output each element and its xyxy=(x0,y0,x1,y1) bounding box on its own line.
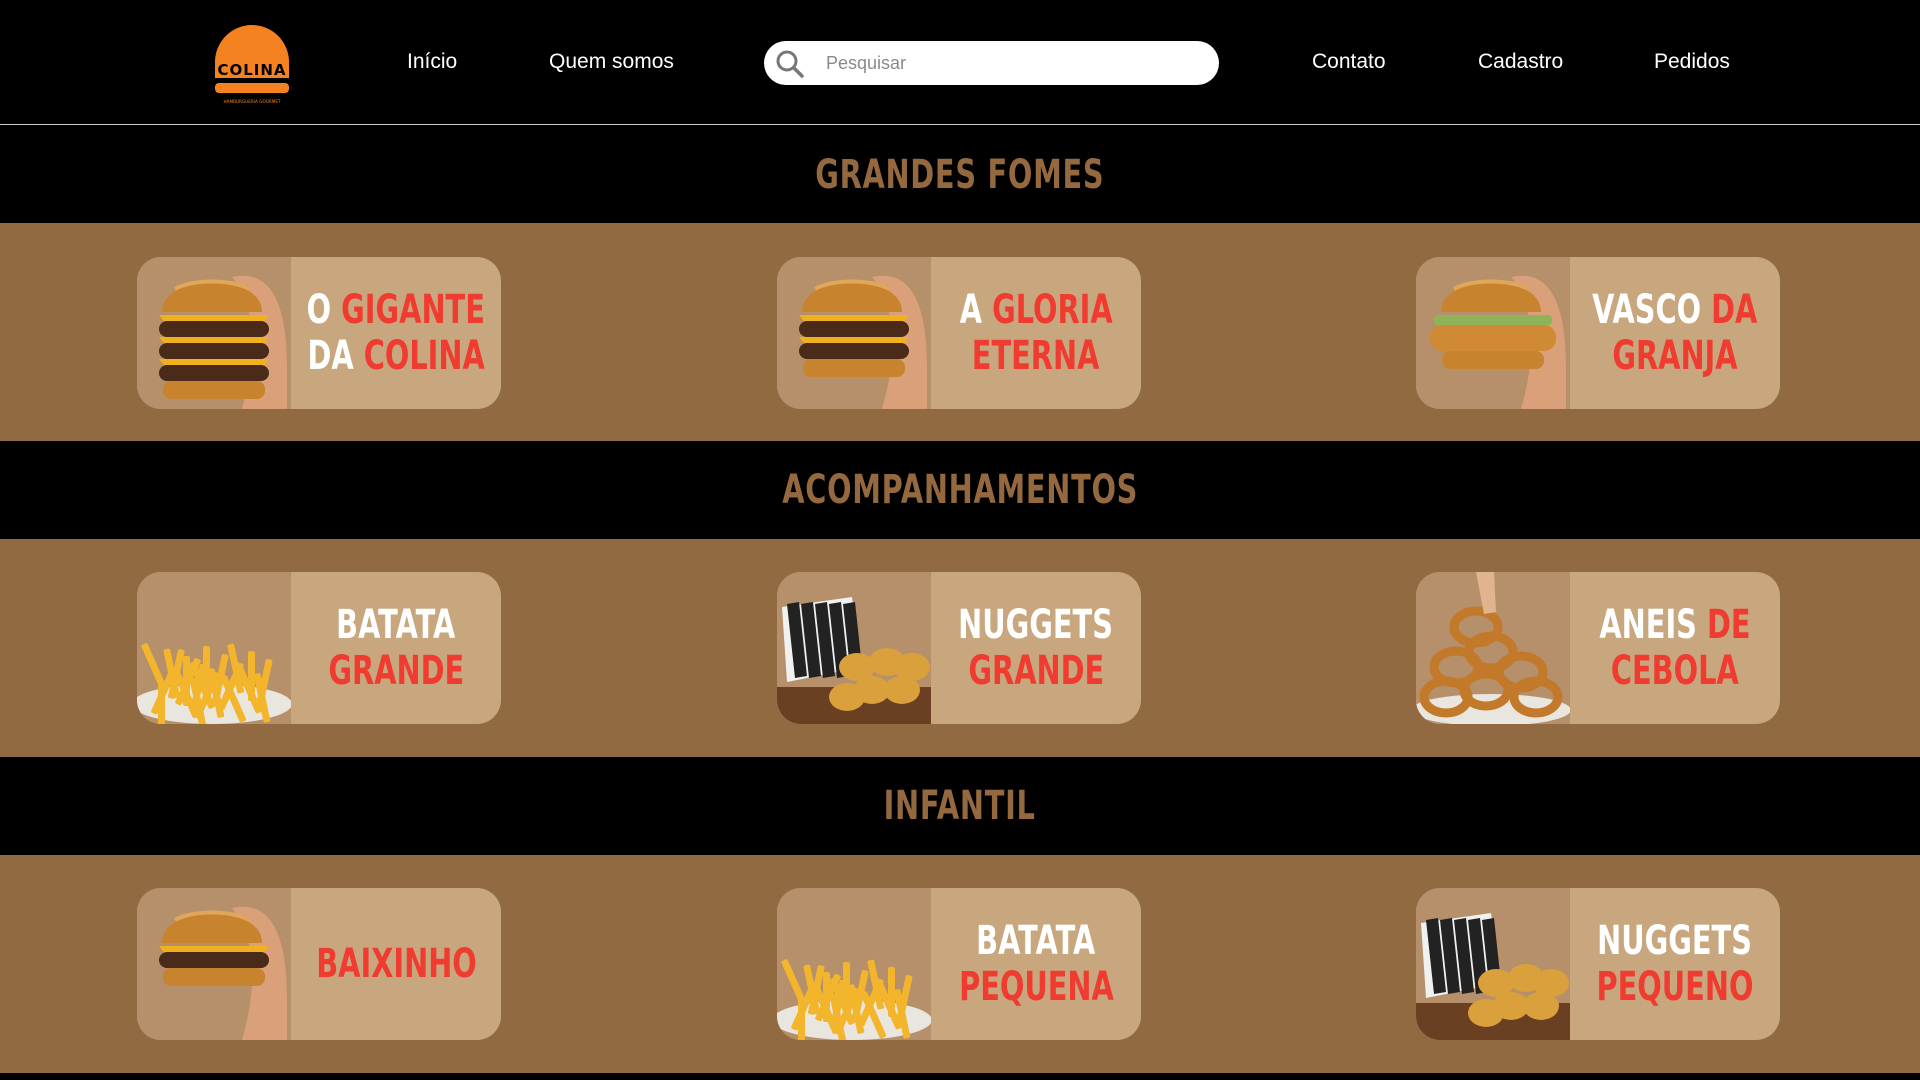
menu-card[interactable]: O GIGANTE DA COLINA xyxy=(137,257,501,409)
nav-contato[interactable]: Contato xyxy=(1312,50,1386,74)
food-image xyxy=(137,572,291,724)
food-image xyxy=(777,888,931,1040)
burger-logo-icon: COLINA HAMBURGUERIA GOURMET xyxy=(213,25,291,104)
item-name: O GIGANTE DA COLINA xyxy=(291,257,501,409)
menu-card[interactable]: VASCO DA GRANJA xyxy=(1416,257,1780,409)
item-name-white: ANEIS xyxy=(1599,602,1697,648)
section-header-acompanhamentos: ACOMPANHAMENTOS xyxy=(0,441,1920,539)
search-input[interactable] xyxy=(826,49,1196,77)
nav-quem-somos[interactable]: Quem somos xyxy=(549,50,674,74)
item-name-red: GIGANTE xyxy=(341,287,486,333)
item-name-line: NUGGETS xyxy=(959,602,1114,648)
logo[interactable]: COLINA HAMBURGUERIA GOURMET xyxy=(211,18,293,106)
item-name: NUGGETS PEQUENO xyxy=(1570,888,1780,1040)
item-name-white: BATATA xyxy=(976,918,1096,964)
section-title: INFANTIL xyxy=(883,783,1037,829)
item-name-red: PEQUENA xyxy=(958,964,1114,1010)
menu-card[interactable]: NUGGETS PEQUENO xyxy=(1416,888,1780,1040)
search-bar[interactable] xyxy=(764,41,1219,85)
item-name: BAIXINHO xyxy=(291,888,501,1040)
section-items-acompanhamentos: BATATA GRANDE NUGGETS GRANDE ANEIS DE CEBOL… xyxy=(0,539,1920,757)
section-header-infantil: INFANTIL xyxy=(0,757,1920,855)
item-name-red: DA xyxy=(1701,287,1758,333)
item-name: BATATA GRANDE xyxy=(291,572,501,724)
item-name-white: A xyxy=(959,287,992,333)
item-name-white: NUGGETS xyxy=(958,602,1114,648)
item-name-red: DE xyxy=(1696,602,1751,648)
section-title: ACOMPANHAMENTOS xyxy=(782,467,1138,513)
item-name-line: VASCO DA xyxy=(1592,287,1757,333)
top-navbar: COLINA HAMBURGUERIA GOURMET Início Quem … xyxy=(0,0,1920,125)
section-header-grandes-fomes: GRANDES FOMES xyxy=(0,126,1920,223)
menu-card[interactable]: A GLORIA ETERNA xyxy=(777,257,1141,409)
item-name-line: GRANJA xyxy=(1612,333,1737,379)
item-name-line: BAIXINHO xyxy=(316,941,477,987)
item-name-line: PEQUENA xyxy=(959,964,1114,1010)
item-name-line: PEQUENO xyxy=(1597,964,1754,1010)
menu-card[interactable]: ANEIS DE CEBOLA xyxy=(1416,572,1780,724)
item-name: A GLORIA ETERNA xyxy=(931,257,1141,409)
menu-card[interactable]: BATATA PEQUENA xyxy=(777,888,1141,1040)
item-name-red: CEBOLA xyxy=(1611,648,1739,694)
item-name-red: PEQUENO xyxy=(1596,964,1754,1010)
item-name-line: A GLORIA xyxy=(960,287,1113,333)
food-image xyxy=(137,888,291,1040)
item-name-line: BATATA xyxy=(336,602,455,648)
item-name-white: VASCO xyxy=(1592,287,1702,333)
item-name-white: DA xyxy=(307,333,364,379)
menu-card[interactable]: BAIXINHO xyxy=(137,888,501,1040)
item-name: VASCO DA GRANJA xyxy=(1570,257,1780,409)
section-items-infantil: BAIXINHO BATATA PEQUENA NUGGETS PEQUENO xyxy=(0,855,1920,1073)
food-image xyxy=(1416,257,1570,409)
item-name-line: BATATA xyxy=(976,918,1095,964)
item-name-white: NUGGETS xyxy=(1597,918,1753,964)
item-name-line: GRANDE xyxy=(328,648,464,694)
svg-text:COLINA: COLINA xyxy=(217,61,286,79)
item-name-red: COLINA xyxy=(363,333,485,379)
item-name: NUGGETS GRANDE xyxy=(931,572,1141,724)
menu-card[interactable]: NUGGETS GRANDE xyxy=(777,572,1141,724)
item-name-red: ETERNA xyxy=(972,333,1100,379)
nav-cadastro[interactable]: Cadastro xyxy=(1478,50,1563,74)
item-name-line: CEBOLA xyxy=(1611,648,1739,694)
item-name-line: ANEIS DE xyxy=(1599,602,1750,648)
item-name-red: GLORIA xyxy=(991,287,1113,333)
item-name-line: DA COLINA xyxy=(307,333,484,379)
item-name: ANEIS DE CEBOLA xyxy=(1570,572,1780,724)
item-name-line: O GIGANTE xyxy=(307,287,485,333)
item-name-red: BAIXINHO xyxy=(315,941,477,987)
item-name-line: ETERNA xyxy=(972,333,1100,379)
item-name-red: GRANDE xyxy=(328,648,464,694)
section-items-grandes-fomes: O GIGANTE DA COLINA A GLORIA ETERNA VASCO … xyxy=(0,223,1920,441)
item-name-white: BATATA xyxy=(336,602,456,648)
item-name: BATATA PEQUENA xyxy=(931,888,1141,1040)
item-name-white: O xyxy=(306,287,342,333)
food-image xyxy=(777,572,931,724)
item-name-line: GRANDE xyxy=(968,648,1104,694)
food-image xyxy=(777,257,931,409)
item-name-line: NUGGETS xyxy=(1598,918,1753,964)
section-title: GRANDES FOMES xyxy=(815,151,1105,198)
menu-card[interactable]: BATATA GRANDE xyxy=(137,572,501,724)
item-name-red: GRANJA xyxy=(1612,333,1738,379)
nav-inicio[interactable]: Início xyxy=(407,50,457,74)
food-image xyxy=(1416,888,1570,1040)
svg-text:HAMBURGUERIA GOURMET: HAMBURGUERIA GOURMET xyxy=(223,99,281,104)
item-name-red: GRANDE xyxy=(968,648,1104,694)
food-image xyxy=(137,257,291,409)
search-icon[interactable] xyxy=(774,48,806,80)
food-image xyxy=(1416,572,1570,724)
nav-pedidos[interactable]: Pedidos xyxy=(1654,50,1730,74)
